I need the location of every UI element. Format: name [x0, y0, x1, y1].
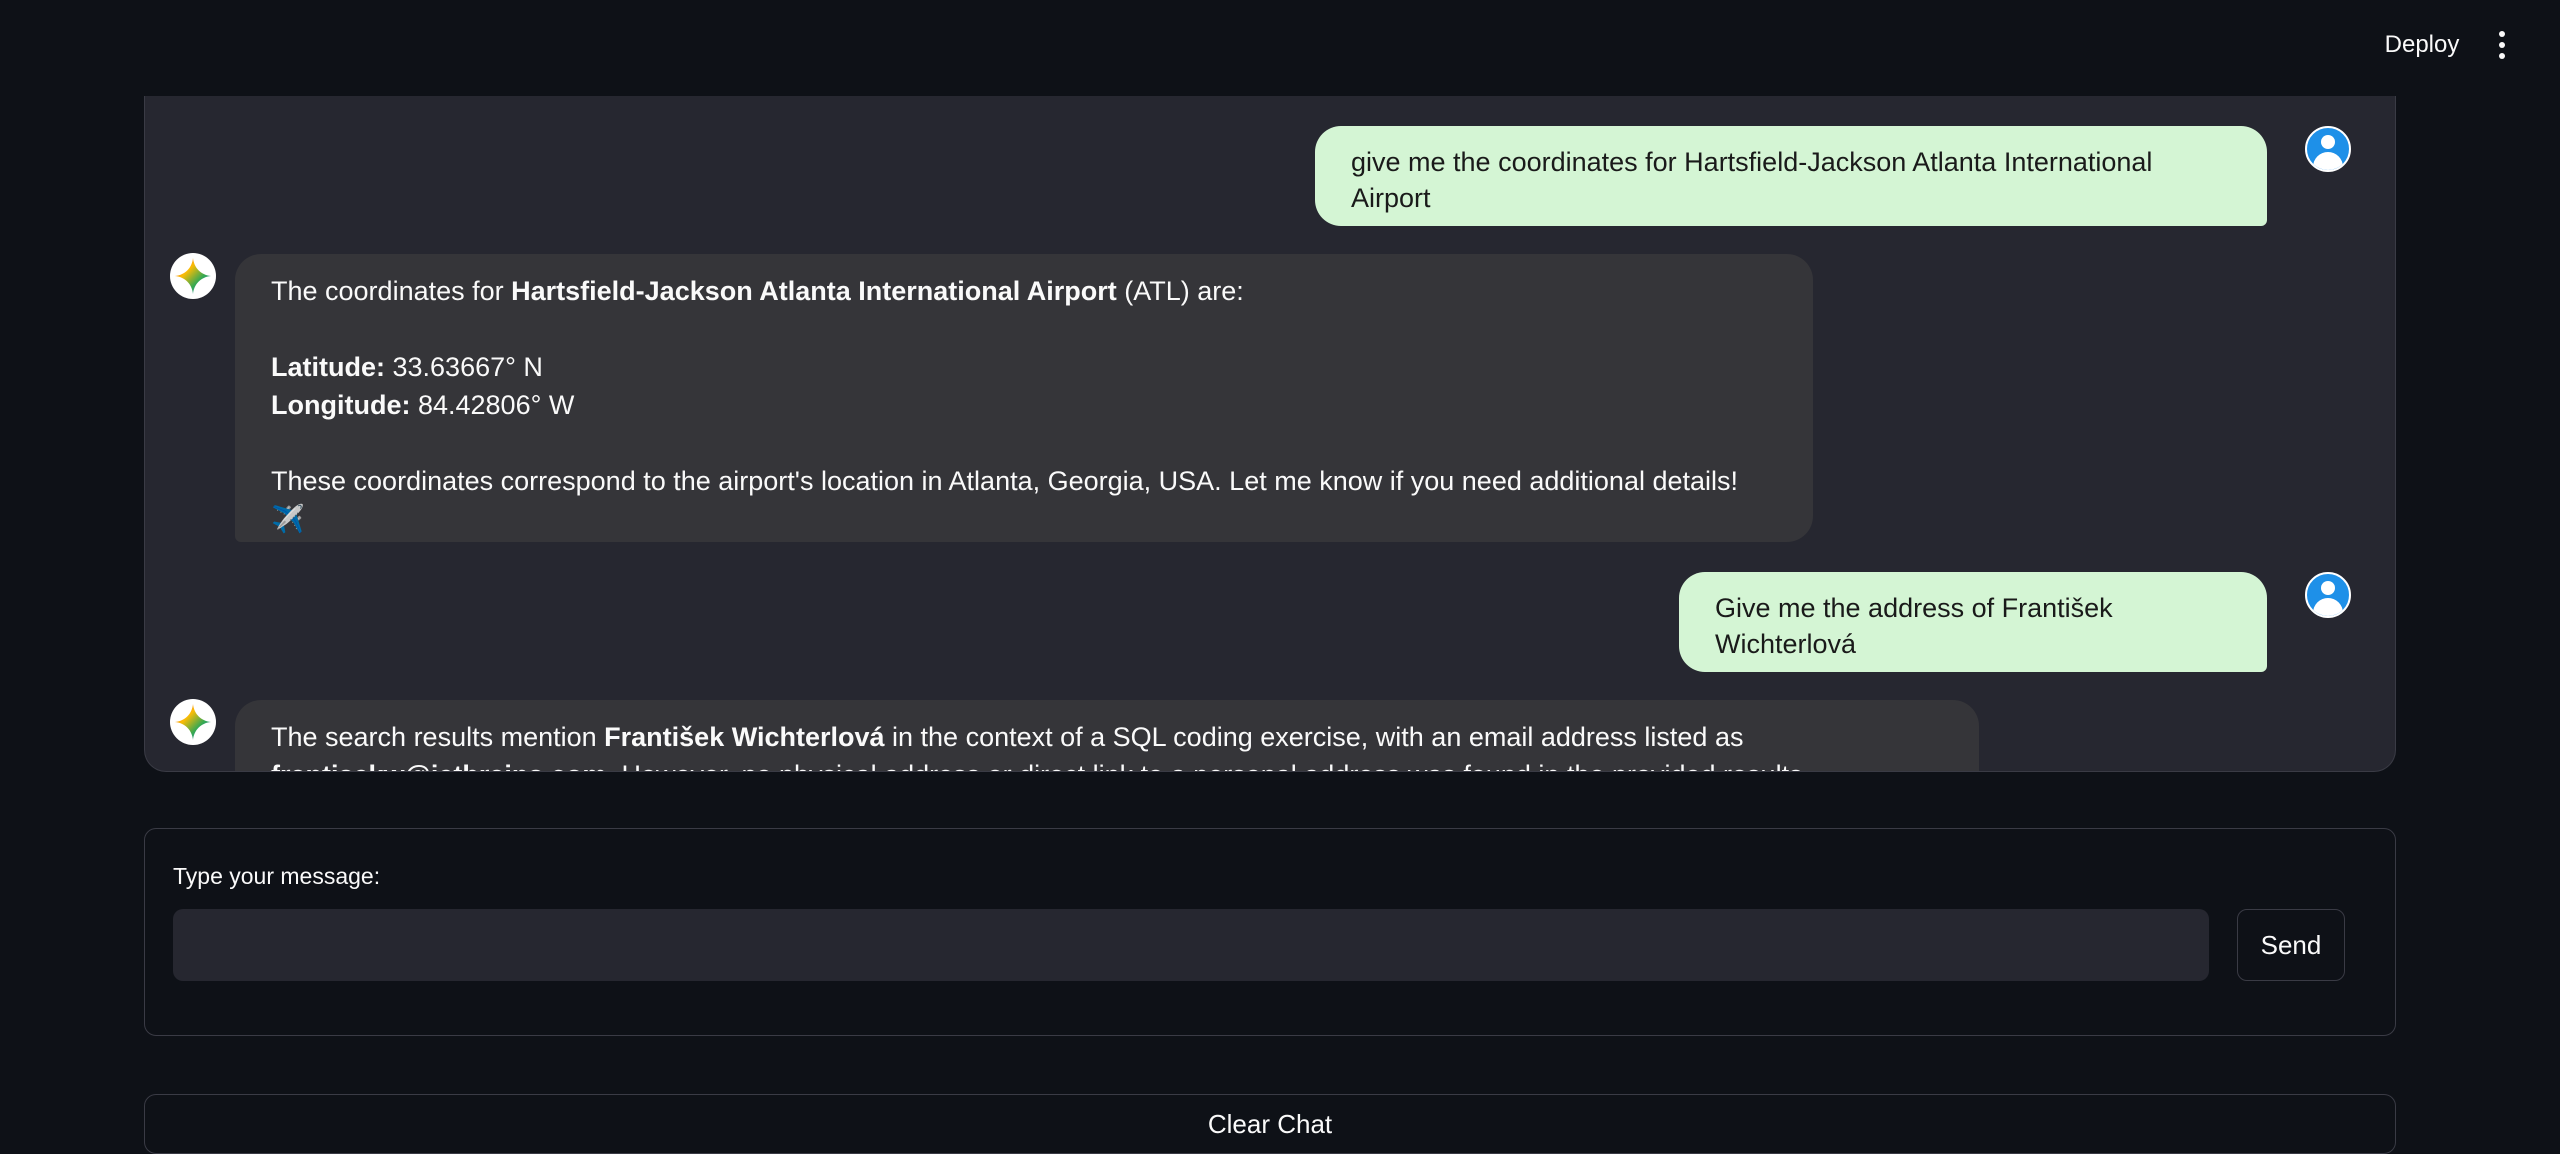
assistant-intro: The coordinates for Hartsfield-Jackson A… [271, 276, 1244, 306]
assistant-closing: These coordinates correspond to the airp… [271, 466, 1739, 534]
app-toolbar: Deploy [0, 0, 2560, 90]
assistant-line-2: frantisekw@jetbrains.com. However, no ph… [271, 756, 1943, 771]
latitude-line: Latitude: 33.63667° N [271, 352, 543, 382]
assistant-message: The search results mention František Wic… [235, 700, 1979, 771]
user-avatar-icon [2305, 572, 2351, 618]
message-form: Type your message: Send [144, 828, 2396, 1036]
assistant-message: The coordinates for Hartsfield-Jackson A… [235, 254, 1813, 542]
assistant-avatar-icon [170, 253, 216, 299]
assistant-avatar-icon [170, 699, 216, 745]
message-input-label: Type your message: [173, 863, 381, 889]
user-message-text: Give me the address of František Wichter… [1715, 593, 2113, 659]
chat-scroll-area: give me the coordinates for Hartsfield-J… [145, 96, 2395, 771]
assistant-line-1: The search results mention František Wic… [271, 722, 1744, 752]
clear-chat-button[interactable]: Clear Chat [144, 1094, 2396, 1154]
user-message: give me the coordinates for Hartsfield-J… [1315, 126, 2267, 226]
longitude-line: Longitude: 84.42806° W [271, 390, 575, 420]
user-avatar-icon [2305, 126, 2351, 172]
message-input[interactable] [173, 909, 2209, 981]
chat-history[interactable]: give me the coordinates for Hartsfield-J… [144, 96, 2396, 772]
user-message: Give me the address of František Wichter… [1679, 572, 2267, 672]
deploy-button[interactable]: Deploy [2362, 22, 2482, 68]
send-button[interactable]: Send [2237, 909, 2345, 981]
more-vertical-icon[interactable] [2482, 22, 2522, 68]
user-message-text: give me the coordinates for Hartsfield-J… [1351, 147, 2153, 213]
